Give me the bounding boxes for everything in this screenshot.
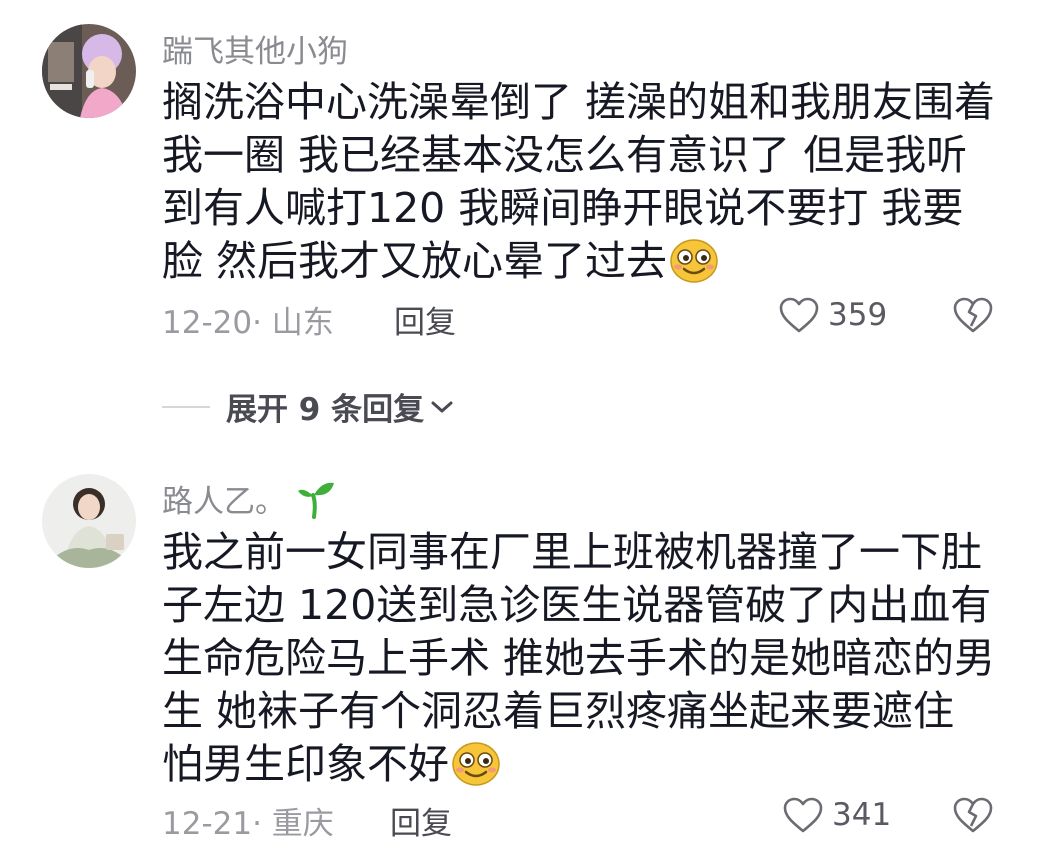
comment-text: 我之前一女同事在厂里上班被机器撞了一下肚子左边 120送到急诊医生说器管破了内出… — [162, 526, 998, 800]
chevron-down-icon — [431, 401, 453, 412]
comment-item: 踹飞其他小狗 搁洗浴中心洗澡晕倒了 搓澡的姐和我朋友围着我一圈 我已经基本没怎么… — [0, 0, 1041, 360]
comment-text-content: 我之前一女同事在厂里上班被机器撞了一下肚子左边 120送到急诊医生说器管破了内出… — [162, 528, 996, 788]
heart-outline-icon — [779, 297, 819, 333]
comment-text: 搁洗浴中心洗澡晕倒了 搓澡的姐和我朋友围着我一圈 我已经基本没怎么有意识了 但是… — [162, 76, 998, 297]
divider-line — [162, 405, 210, 408]
comment-meta: 12-20· 山东 — [162, 305, 334, 341]
user-avatar[interactable] — [42, 474, 136, 568]
smile-emoji — [669, 238, 719, 297]
comment-meta: 12-21· 重庆 — [162, 806, 334, 842]
like-count: 341 — [832, 797, 892, 833]
expand-replies-button[interactable]: 展开 9 条回复 — [162, 384, 454, 429]
comment-list: 踹飞其他小狗 搁洗浴中心洗澡晕倒了 搓澡的姐和我朋友围着我一圈 我已经基本没怎么… — [0, 0, 1041, 864]
dislike-button[interactable] — [952, 796, 994, 838]
expand-replies-label: 展开 9 条回复 — [226, 392, 425, 428]
heart-outline-icon — [783, 797, 823, 833]
comment-username-text: 路人乙。 — [162, 484, 286, 520]
smile-emoji — [451, 741, 501, 800]
dislike-button[interactable] — [952, 296, 994, 338]
like-button[interactable]: 359 — [778, 296, 887, 334]
reply-button[interactable]: 回复 — [390, 798, 452, 843]
sprout-icon — [298, 482, 334, 519]
broken-heart-icon — [953, 797, 993, 833]
like-count: 359 — [828, 297, 888, 333]
avatar-woman-icon — [42, 474, 136, 568]
avatar-girl-icon — [42, 24, 136, 118]
broken-heart-icon — [953, 297, 993, 333]
comment-text-content: 搁洗浴中心洗澡晕倒了 搓澡的姐和我朋友围着我一圈 我已经基本没怎么有意识了 但是… — [162, 78, 996, 285]
comment-username[interactable]: 踹飞其他小狗 — [162, 26, 348, 71]
comment-username[interactable]: 路人乙。 — [162, 476, 336, 521]
comment-item: 路人乙。 我之前一女同事在厂里上班被机器撞了一下肚子左边 120送到急诊医生说器… — [0, 460, 1041, 864]
like-button[interactable]: 341 — [782, 796, 891, 834]
user-avatar[interactable] — [42, 24, 136, 118]
reply-button[interactable]: 回复 — [394, 297, 456, 342]
